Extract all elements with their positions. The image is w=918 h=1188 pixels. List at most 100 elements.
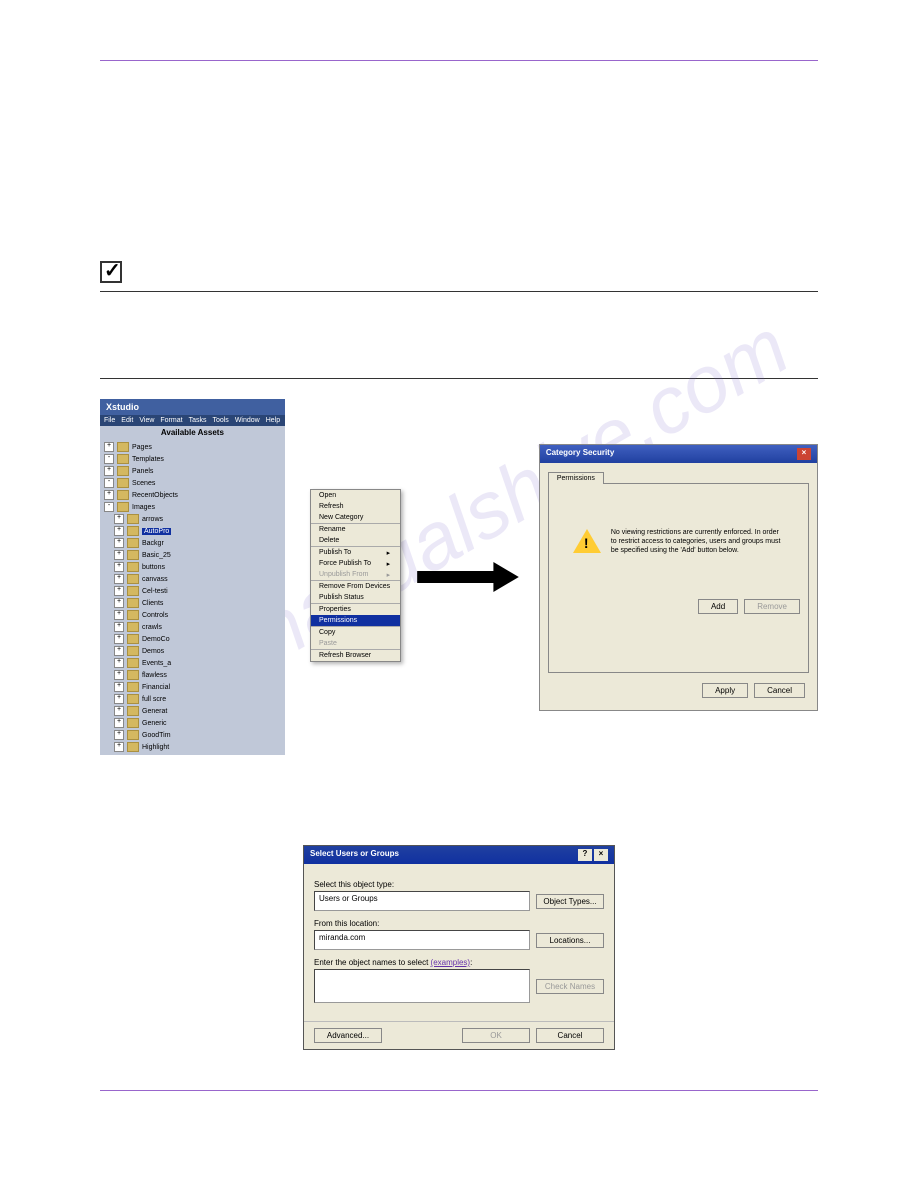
expand-icon[interactable]: + xyxy=(114,634,124,644)
folder-icon xyxy=(127,694,139,704)
tree-item[interactable]: Cel-testi xyxy=(142,588,168,595)
expand-icon[interactable]: + xyxy=(104,466,114,476)
expand-icon[interactable]: + xyxy=(104,442,114,452)
close-icon[interactable]: × xyxy=(594,849,608,861)
expand-icon[interactable]: + xyxy=(114,574,124,584)
ctx-refresh[interactable]: Refresh xyxy=(311,501,400,512)
tree-item-selected[interactable]: AutoPro xyxy=(142,528,171,535)
menu-edit[interactable]: Edit xyxy=(121,417,133,424)
tree-item[interactable]: Basic_25 xyxy=(142,552,171,559)
tree-recent[interactable]: RecentObjects xyxy=(132,492,178,499)
tree-pages[interactable]: Pages xyxy=(132,444,152,451)
ctx-paste: Paste xyxy=(311,638,400,649)
expand-icon[interactable]: + xyxy=(114,538,124,548)
expand-icon[interactable]: + xyxy=(114,742,124,752)
tree-templates[interactable]: Templates xyxy=(132,456,164,463)
menu-tools[interactable]: Tools xyxy=(212,417,228,424)
add-button[interactable]: Add xyxy=(698,599,738,614)
ctx-rename[interactable]: Rename xyxy=(311,523,400,535)
folder-icon xyxy=(117,466,129,476)
advanced-button[interactable]: Advanced... xyxy=(314,1028,382,1043)
locations-button[interactable]: Locations... xyxy=(536,933,604,948)
expand-icon[interactable]: + xyxy=(114,658,124,668)
tree-item[interactable]: Demos xyxy=(142,648,164,655)
tree-item[interactable]: buttons xyxy=(142,564,165,571)
menu-file[interactable]: File xyxy=(104,417,115,424)
tree-images[interactable]: Images xyxy=(132,504,155,511)
tree-panels[interactable]: Panels xyxy=(132,468,153,475)
apply-button[interactable]: Apply xyxy=(702,683,748,698)
tree-item[interactable]: DemoCo xyxy=(142,636,170,643)
tree-item[interactable]: Generat xyxy=(142,708,167,715)
tree-item[interactable]: Backgr xyxy=(142,540,164,547)
expand-icon[interactable]: + xyxy=(114,610,124,620)
ctx-publish-to[interactable]: Publish To xyxy=(311,546,400,558)
ctx-publish-status[interactable]: Publish Status xyxy=(311,592,400,603)
tree-scenes[interactable]: Scenes xyxy=(132,480,155,487)
tree-item[interactable]: arrows xyxy=(142,516,163,523)
folder-icon xyxy=(127,514,139,524)
tree-item[interactable]: Highlight xyxy=(142,744,169,751)
examples-link[interactable]: (examples) xyxy=(431,958,471,967)
ctx-new-category[interactable]: New Category xyxy=(311,512,400,523)
expand-icon[interactable]: - xyxy=(104,478,114,488)
menu-tasks[interactable]: Tasks xyxy=(189,417,207,424)
ctx-refresh-browser[interactable]: Refresh Browser xyxy=(311,649,400,661)
menu-format[interactable]: Format xyxy=(160,417,182,424)
menu-help[interactable]: Help xyxy=(266,417,280,424)
xstudio-menubar[interactable]: File Edit View Format Tasks Tools Window… xyxy=(100,415,285,426)
expand-icon[interactable]: + xyxy=(114,550,124,560)
ctx-permissions[interactable]: Permissions xyxy=(311,615,400,626)
object-types-button[interactable]: Object Types... xyxy=(536,894,604,909)
tree-item[interactable]: Controls xyxy=(142,612,168,619)
expand-icon[interactable]: + xyxy=(114,562,124,572)
cancel-button[interactable]: Cancel xyxy=(536,1028,604,1043)
expand-icon[interactable]: - xyxy=(104,502,114,512)
tree-item[interactable]: crawls xyxy=(142,624,162,631)
ctx-open[interactable]: Open xyxy=(311,490,400,501)
expand-icon[interactable]: + xyxy=(114,598,124,608)
expand-icon[interactable]: + xyxy=(114,586,124,596)
folder-icon xyxy=(117,502,129,512)
tree-item[interactable]: canvass xyxy=(142,576,168,583)
tree-item[interactable]: full scre xyxy=(142,696,166,703)
expand-icon[interactable]: + xyxy=(114,718,124,728)
tab-permissions[interactable]: Permissions xyxy=(548,472,604,484)
expand-icon[interactable]: + xyxy=(114,670,124,680)
expand-icon[interactable]: + xyxy=(114,694,124,704)
folder-icon xyxy=(127,682,139,692)
ctx-force-publish[interactable]: Force Publish To xyxy=(311,558,400,569)
tree-item[interactable]: Events_a xyxy=(142,660,171,667)
context-menu[interactable]: Open Refresh New Category Rename Delete … xyxy=(310,489,401,662)
tree-item[interactable]: flawless xyxy=(142,672,167,679)
expand-icon[interactable]: + xyxy=(114,706,124,716)
object-names-input[interactable] xyxy=(314,969,530,1003)
expand-icon[interactable]: + xyxy=(114,682,124,692)
menu-window[interactable]: Window xyxy=(235,417,260,424)
tree-item[interactable]: Financial xyxy=(142,684,170,691)
ctx-delete[interactable]: Delete xyxy=(311,535,400,546)
close-icon[interactable]: × xyxy=(797,448,811,460)
location-field[interactable]: miranda.com xyxy=(314,930,530,950)
object-type-field[interactable]: Users or Groups xyxy=(314,891,530,911)
expand-icon[interactable]: + xyxy=(114,622,124,632)
ctx-properties[interactable]: Properties xyxy=(311,603,400,615)
tree-item[interactable]: Clients xyxy=(142,600,163,607)
menu-view[interactable]: View xyxy=(139,417,154,424)
from-location-label: From this location: xyxy=(314,919,604,928)
expand-icon[interactable]: + xyxy=(114,514,124,524)
folder-icon xyxy=(127,598,139,608)
expand-icon[interactable]: + xyxy=(114,730,124,740)
expand-icon[interactable]: + xyxy=(114,646,124,656)
cancel-button[interactable]: Cancel xyxy=(754,683,805,698)
expand-icon[interactable]: + xyxy=(114,526,124,536)
expand-icon[interactable]: - xyxy=(104,454,114,464)
tree-item[interactable]: GoodTim xyxy=(142,732,171,739)
tree-item[interactable]: Generic xyxy=(142,720,167,727)
help-icon[interactable]: ? xyxy=(578,849,592,861)
asset-tree[interactable]: + Pages - Templates + Panels - Scenes + Recen… xyxy=(100,439,285,755)
ctx-remove-devices[interactable]: Remove From Devices xyxy=(311,580,400,592)
expand-icon[interactable]: + xyxy=(104,490,114,500)
enter-names-text: Enter the object names to select xyxy=(314,958,428,967)
ctx-copy[interactable]: Copy xyxy=(311,626,400,638)
